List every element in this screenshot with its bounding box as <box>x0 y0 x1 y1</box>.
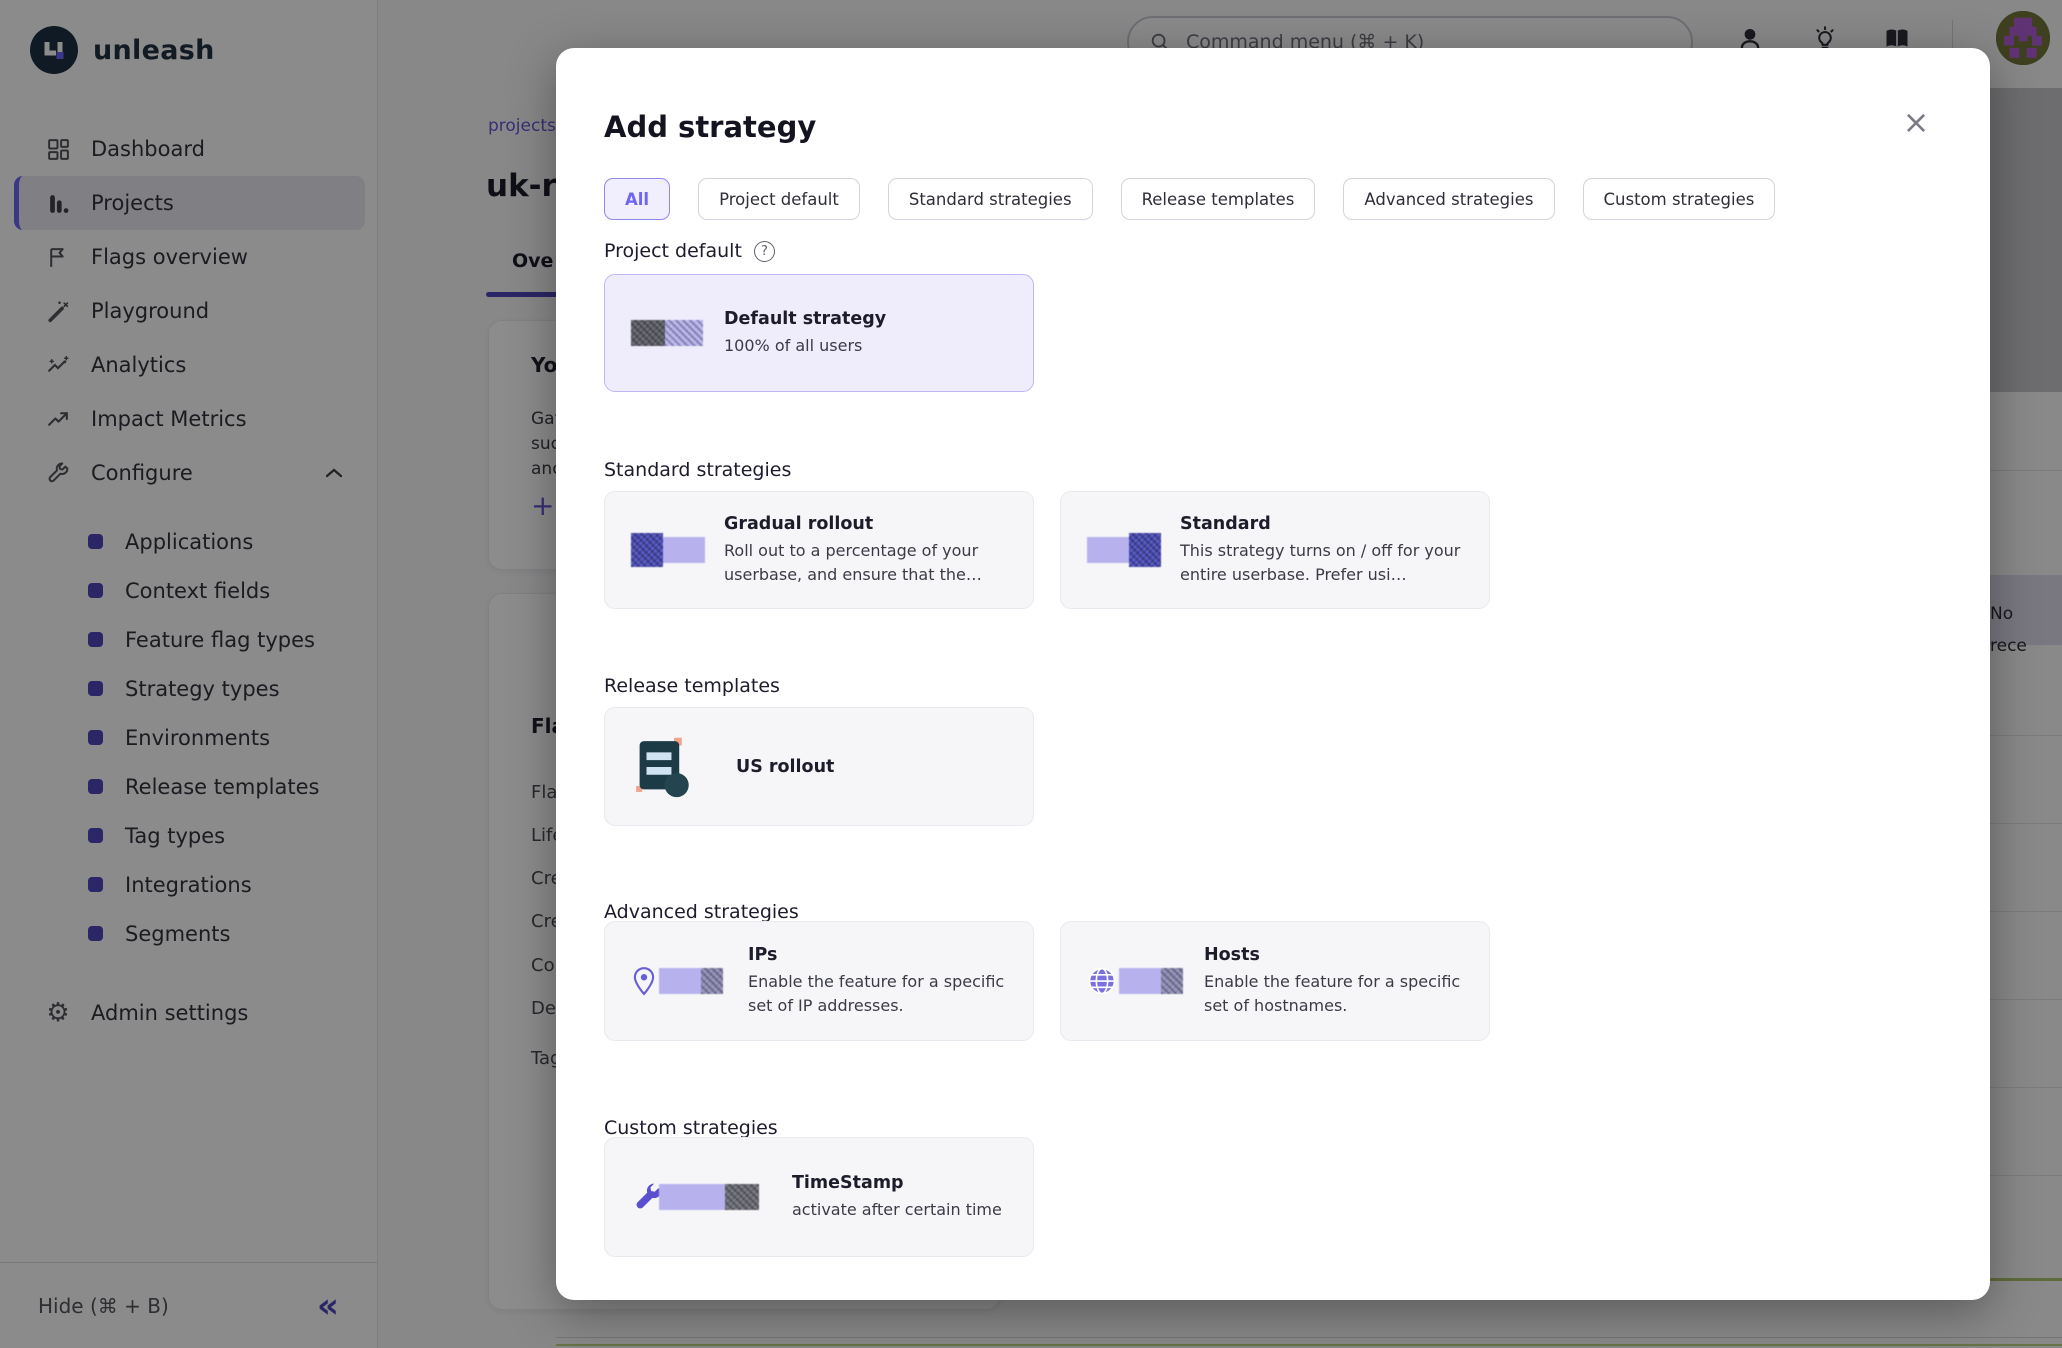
filter-chip-project-default[interactable]: Project default <box>698 178 860 220</box>
card-desc: Enable the feature for a specific set of… <box>748 970 1011 1016</box>
section-heading-advanced-strategies: Advanced strategies <box>604 901 799 923</box>
card-title: Gradual rollout <box>724 514 1011 534</box>
card-title: IPs <box>748 945 1011 965</box>
section-heading-release-templates: Release templates <box>604 675 780 697</box>
card-title: Default strategy <box>724 309 886 329</box>
card-desc: This strategy turns on / off for your en… <box>1180 539 1467 585</box>
filter-chip-standard-strategies[interactable]: Standard strategies <box>888 178 1093 220</box>
strategy-card-ips[interactable]: IPs Enable the feature for a specific se… <box>604 921 1034 1041</box>
strategy-card-default-strategy[interactable]: Default strategy 100% of all users <box>604 274 1034 392</box>
modal-title: Add strategy <box>604 110 816 144</box>
screen: unleash Dashboard Project <box>0 0 2062 1348</box>
add-strategy-modal: Add strategy × All Project default Stand… <box>556 48 1990 1300</box>
help-icon[interactable]: ? <box>754 241 775 262</box>
strategy-card-timestamp[interactable]: TimeStamp activate after certain time <box>604 1137 1034 1257</box>
close-icon[interactable]: × <box>1894 100 1938 144</box>
globe-icon <box>1087 966 1183 996</box>
card-desc: activate after certain time <box>792 1198 1002 1221</box>
card-desc: 100% of all users <box>724 334 886 357</box>
filter-chip-all[interactable]: All <box>604 178 670 220</box>
redacted-image-icon <box>1087 533 1159 567</box>
location-pin-icon <box>631 966 727 996</box>
filter-chip-advanced-strategies[interactable]: Advanced strategies <box>1343 178 1554 220</box>
strategy-card-gradual-rollout[interactable]: Gradual rollout Roll out to a percentage… <box>604 491 1034 609</box>
strategy-card-hosts[interactable]: Hosts Enable the feature for a specific … <box>1060 921 1490 1041</box>
card-title: TimeStamp <box>792 1173 1002 1193</box>
filter-chip-custom-strategies[interactable]: Custom strategies <box>1583 178 1776 220</box>
strategy-card-standard[interactable]: Standard This strategy turns on / off fo… <box>1060 491 1490 609</box>
section-heading-project-default: Project default ? <box>604 240 775 262</box>
section-heading-standard-strategies: Standard strategies <box>604 459 791 481</box>
redacted-image-icon <box>631 533 703 567</box>
redacted-image-icon <box>631 320 703 346</box>
release-template-icon <box>631 736 715 798</box>
card-title: US rollout <box>736 757 834 777</box>
filter-chip-release-templates[interactable]: Release templates <box>1121 178 1316 220</box>
custom-strategy-wrench-icon <box>631 1180 771 1214</box>
strategy-filter-chips: All Project default Standard strategies … <box>604 178 1775 220</box>
card-desc: Roll out to a percentage of your userbas… <box>724 539 1011 585</box>
strategy-card-us-rollout[interactable]: US rollout <box>604 707 1034 826</box>
card-title: Standard <box>1180 514 1467 534</box>
card-desc: Enable the feature for a specific set of… <box>1204 970 1467 1016</box>
section-heading-custom-strategies: Custom strategies <box>604 1117 778 1139</box>
card-title: Hosts <box>1204 945 1467 965</box>
